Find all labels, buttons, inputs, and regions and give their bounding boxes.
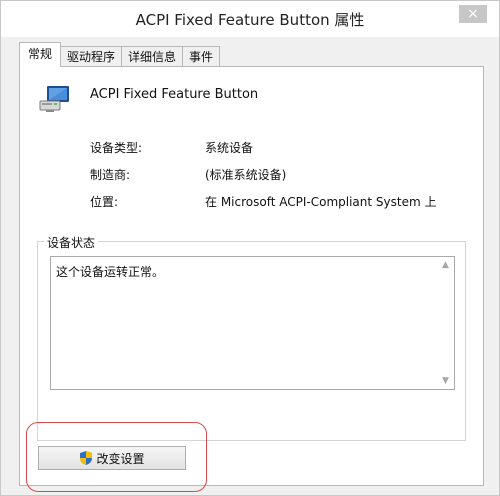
manufacturer-label: 制造商: (90, 168, 131, 182)
scroll-up-icon[interactable]: ▲ (437, 260, 454, 270)
tab-strip: 常规 驱动程序 详细信息 事件 (19, 42, 221, 67)
location-label: 位置: (90, 195, 119, 209)
device-status-textbox[interactable]: 这个设备运转正常。 ▲ ▼ (50, 256, 455, 390)
change-settings-label: 改变设置 (96, 451, 145, 466)
manufacturer-value: (标准系统设备) (205, 168, 287, 182)
tab-driver[interactable]: 驱动程序 (60, 46, 123, 67)
device-status-label: 设备状态 (44, 234, 99, 251)
device-status-group: 设备状态 这个设备运转正常。 ▲ ▼ (37, 234, 466, 441)
properties-dialog: ACPI Fixed Feature Button 属性 × 常规 驱动程序 详… (0, 0, 500, 496)
title-bar: ACPI Fixed Feature Button 属性 × (1, 1, 499, 37)
device-type-value: 系统设备 (205, 141, 254, 155)
location-value: 在 Microsoft ACPI-Compliant System 上 (205, 195, 437, 209)
uac-shield-icon (79, 450, 93, 466)
device-status-text: 这个设备运转正常。 (56, 265, 165, 279)
tab-events[interactable]: 事件 (182, 46, 221, 67)
device-type-label: 设备类型: (90, 141, 143, 155)
close-button[interactable]: × (459, 5, 487, 23)
tab-general[interactable]: 常规 (19, 42, 62, 67)
monitor-icon (38, 84, 72, 114)
device-name: ACPI Fixed Feature Button (90, 87, 259, 102)
scroll-down-icon[interactable]: ▼ (437, 376, 454, 386)
change-settings-button[interactable]: 改变设置 (38, 446, 186, 470)
status-scrollbar[interactable]: ▲ ▼ (437, 257, 454, 389)
tab-details[interactable]: 详细信息 (121, 46, 184, 67)
window-title: ACPI Fixed Feature Button 属性 (135, 11, 365, 29)
